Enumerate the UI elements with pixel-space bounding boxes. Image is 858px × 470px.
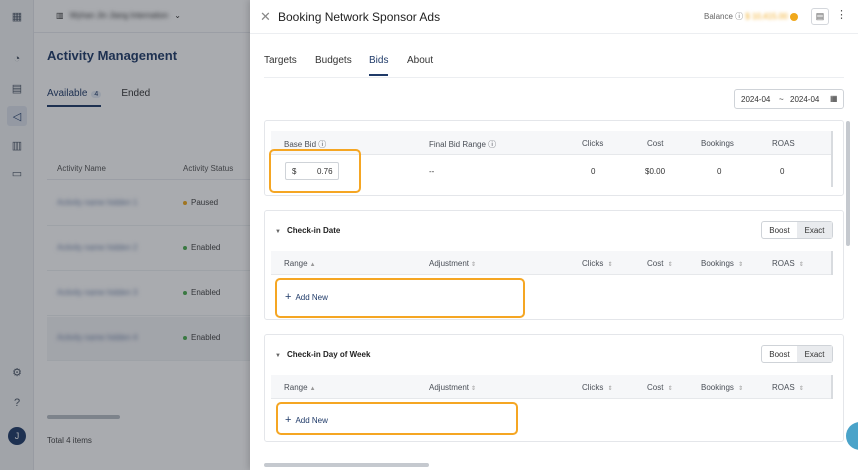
date-end: 2024-04: [790, 95, 820, 104]
column-clicks[interactable]: Clicks ⇕: [582, 259, 613, 268]
info-icon: ⓘ: [318, 140, 327, 149]
column-cost[interactable]: Cost ⇕: [647, 383, 673, 392]
drawer-tabs: Targets Budgets Bids About: [264, 52, 844, 78]
sort-icon: ⇕: [738, 386, 744, 392]
info-icon: ⓘ: [488, 140, 497, 149]
drawer-title: Booking Network Sponsor Ads: [278, 10, 441, 24]
info-icon: ⓘ: [735, 12, 744, 21]
column-divider: [831, 251, 833, 275]
modal-overlay[interactable]: [0, 0, 250, 470]
checkin-dow-header: Range ▲ Adjustment ⇕ Clicks ⇕ Cost ⇕ Booki…: [271, 375, 831, 399]
balance-value: $ 10,415.00: [745, 12, 788, 21]
date-separator: ~: [779, 95, 784, 104]
date-start: 2024-04: [741, 95, 771, 104]
column-roas: ROAS: [772, 139, 795, 148]
column-roas[interactable]: ROAS ⇕: [772, 383, 804, 392]
sort-icon: ▲: [309, 386, 316, 392]
checkin-date-toggle[interactable]: ▼ Check-in Date: [275, 226, 340, 235]
exact-option[interactable]: Exact: [797, 222, 832, 238]
bookings-value: 0: [717, 167, 722, 176]
tab-budgets[interactable]: Budgets: [315, 55, 352, 66]
column-label: Range: [284, 259, 308, 268]
date-range-picker[interactable]: 2024-04 ~ 2024-04 ▦: [734, 89, 844, 109]
column-final-bid-range: Final Bid Range ⓘ: [429, 139, 496, 150]
final-bid-range-value: --: [429, 167, 435, 176]
column-bookings[interactable]: Bookings ⇕: [701, 383, 743, 392]
balance: Balance ⓘ $ 10,415.00: [704, 11, 798, 22]
column-divider: [831, 375, 833, 399]
column-label: Adjustment: [429, 259, 470, 268]
column-adjustment[interactable]: Adjustment ⇕: [429, 383, 476, 392]
column-bookings: Bookings: [701, 139, 734, 148]
sort-icon: ⇕: [607, 262, 613, 268]
match-mode-toggle: Boost Exact: [761, 345, 833, 363]
column-label: Base Bid: [284, 140, 317, 149]
sort-icon: ⇕: [607, 386, 613, 392]
column-label: ROAS: [772, 383, 795, 392]
cost-value: $0.00: [645, 167, 666, 176]
clicks-value: 0: [591, 167, 596, 176]
caret-down-icon: ▼: [275, 229, 281, 235]
column-label: Cost: [647, 259, 664, 268]
sort-icon: ⇕: [798, 262, 804, 268]
column-divider: [831, 131, 833, 187]
section-title: Check-in Date: [286, 226, 341, 235]
section-title: Check-in Day of Week: [286, 350, 371, 359]
balance-label: Balance: [704, 12, 733, 21]
calendar-icon: ▦: [830, 94, 838, 103]
highlight-box: [276, 402, 518, 435]
drawer-header: ✕ Booking Network Sponsor Ads Balance ⓘ …: [250, 0, 858, 34]
close-icon[interactable]: ✕: [260, 9, 271, 25]
sort-icon: ⇕: [667, 386, 673, 392]
column-label: Cost: [647, 383, 664, 392]
column-label: Clicks: [582, 259, 604, 268]
sort-icon: ⇕: [667, 262, 673, 268]
tab-targets[interactable]: Targets: [264, 55, 297, 66]
boost-option[interactable]: Boost: [762, 346, 797, 362]
tab-about[interactable]: About: [407, 55, 433, 66]
column-label: Final Bid Range: [429, 140, 486, 149]
sort-icon: ▲: [309, 262, 316, 268]
match-mode-toggle: Boost Exact: [761, 221, 833, 239]
column-label: Adjustment: [429, 383, 470, 392]
roas-value: 0: [780, 167, 785, 176]
drawer-scrollbar[interactable]: [846, 121, 850, 246]
bids-drawer: ✕ Booking Network Sponsor Ads Balance ⓘ …: [250, 0, 858, 470]
column-label: Bookings: [701, 259, 734, 268]
boost-option[interactable]: Boost: [762, 222, 797, 238]
column-label: Range: [284, 383, 308, 392]
column-label: ROAS: [772, 259, 795, 268]
sort-icon: ⇕: [738, 262, 744, 268]
column-cost[interactable]: Cost ⇕: [647, 259, 673, 268]
tab-bids[interactable]: Bids: [369, 55, 389, 76]
horizontal-scrollbar[interactable]: [264, 463, 429, 467]
column-label: Clicks: [582, 383, 604, 392]
column-clicks[interactable]: Clicks ⇕: [582, 383, 613, 392]
sort-icon: ⇕: [471, 262, 477, 268]
column-adjustment[interactable]: Adjustment ⇕: [429, 259, 476, 268]
column-range[interactable]: Range ▲: [284, 383, 316, 392]
exact-option[interactable]: Exact: [797, 346, 832, 362]
column-bookings[interactable]: Bookings ⇕: [701, 259, 743, 268]
highlight-box: [275, 278, 525, 318]
highlight-box: [269, 149, 361, 193]
column-roas[interactable]: ROAS ⇕: [772, 259, 804, 268]
column-clicks: Clicks: [582, 139, 604, 148]
column-range[interactable]: Range ▲: [284, 259, 316, 268]
column-label: Bookings: [701, 383, 734, 392]
coin-icon: [789, 12, 798, 21]
checkin-dow-toggle[interactable]: ▼ Check-in Day of Week: [275, 350, 370, 359]
checkin-date-header: Range ▲ Adjustment ⇕ Clicks ⇕ Cost ⇕ Booki…: [271, 251, 831, 275]
caret-down-icon: ▼: [275, 353, 281, 359]
column-cost: Cost: [647, 139, 664, 148]
more-icon[interactable]: ⋮: [836, 8, 847, 21]
document-icon[interactable]: ▤: [811, 8, 829, 25]
sort-icon: ⇕: [798, 386, 804, 392]
sort-icon: ⇕: [471, 386, 477, 392]
